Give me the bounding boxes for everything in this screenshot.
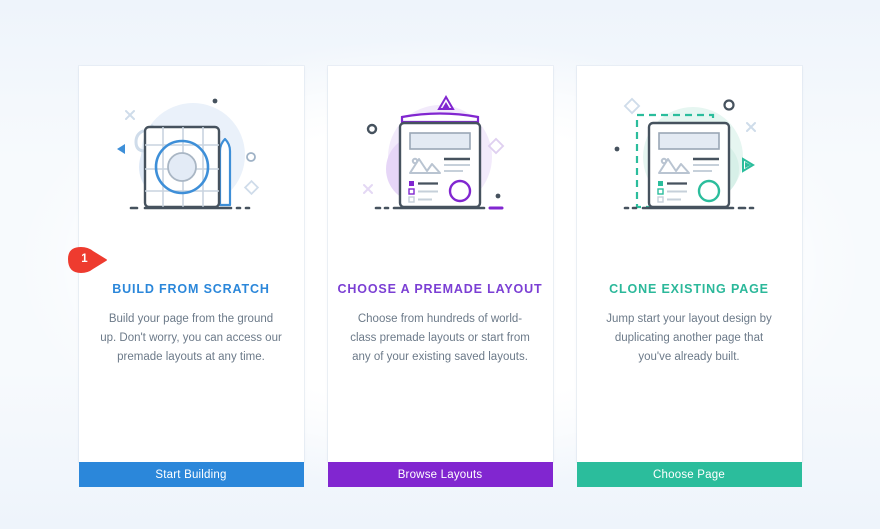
option-card-clone-existing-page[interactable]: CLONE EXISTING PAGE Jump start your layo… [576, 66, 802, 487]
option-card-build-from-scratch[interactable]: BUILD FROM SCRATCH Build your page from … [67, 66, 304, 487]
clone-page-illustration [577, 66, 802, 244]
blueprint-page-illustration [79, 66, 304, 244]
card-description-build-from-scratch: Build your page from the ground up. Don'… [100, 313, 282, 363]
option-cards-container: BUILD FROM SCRATCH Build your page from … [0, 0, 880, 529]
card-title-build-from-scratch: BUILD FROM SCRATCH [112, 282, 270, 296]
step-badge-1: 1 [64, 244, 110, 274]
browse-layouts-button[interactable]: Browse Layouts [327, 462, 553, 487]
card-title-choose-premade-layout: CHOOSE A PREMADE LAYOUT [337, 282, 543, 296]
choose-page-button[interactable]: Choose Page [576, 462, 802, 487]
card-description-clone-existing-page: Jump start your layout design by duplica… [606, 313, 772, 363]
layout-page-illustration [328, 66, 553, 244]
card-description-choose-premade-layout: Choose from hundreds of world-class prem… [350, 313, 530, 363]
option-card-choose-premade-layout[interactable]: CHOOSE A PREMADE LAYOUT Choose from hund… [327, 66, 553, 487]
start-building-button[interactable]: Start Building [78, 462, 304, 487]
card-title-clone-existing-page: CLONE EXISTING PAGE [609, 282, 769, 296]
step-badge-1-label: 1 [81, 253, 88, 265]
